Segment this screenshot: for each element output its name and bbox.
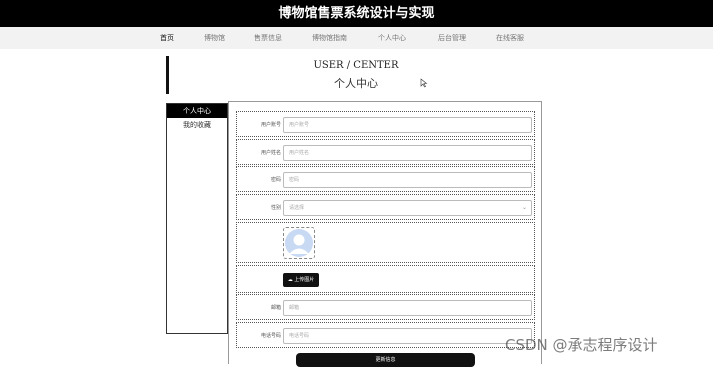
top-nav: 首页 博物馆 售票信息 博物馆指南 个人中心 后台管理 在线客服 xyxy=(0,27,713,49)
sidebar-item-user-center[interactable]: 个人中心 xyxy=(167,104,227,118)
page-title-en: USER / CENTER xyxy=(313,60,399,71)
app-title: 博物馆售票系统设计与实现 xyxy=(0,0,713,27)
email-label: 邮箱 xyxy=(270,304,281,311)
gender-select[interactable]: 请选择 ⌄ xyxy=(283,200,532,216)
password-label: 密码 xyxy=(270,176,281,183)
avatar[interactable] xyxy=(283,227,315,259)
nav-item-online-service[interactable]: 在线客服 xyxy=(496,27,524,49)
upload-icon: ☁ xyxy=(287,277,293,283)
nav-item-user-center[interactable]: 个人中心 xyxy=(378,27,406,49)
email-input[interactable]: 邮箱 xyxy=(283,300,532,316)
form-row-gender: 性别 请选择 ⌄ xyxy=(236,194,535,220)
form-row-phone: 电话号码 电话号码 xyxy=(236,322,535,348)
sidebar: 个人中心 我的收藏 xyxy=(166,103,228,334)
form-row-username: 用户账号 用户账号 xyxy=(236,111,535,137)
form-row-name: 用户姓名 用户姓名 xyxy=(236,139,535,165)
chevron-down-icon: ⌄ xyxy=(521,204,527,211)
form-row-email: 邮箱 邮箱 xyxy=(236,294,535,320)
user-avatar-icon xyxy=(285,229,313,257)
form-row-password: 密码 密码 xyxy=(236,166,535,192)
phone-input[interactable]: 电话号码 xyxy=(283,328,532,344)
name-input[interactable]: 用户姓名 xyxy=(283,145,532,161)
username-label: 用户账号 xyxy=(260,121,281,128)
username-input[interactable]: 用户账号 xyxy=(283,117,532,133)
title-accent-bar xyxy=(166,56,169,94)
upload-image-button[interactable]: ☁ 上传图片 xyxy=(283,273,319,287)
gender-label: 性别 xyxy=(270,204,281,211)
page-title: 个人中心 xyxy=(334,77,378,90)
nav-item-museum[interactable]: 博物馆 xyxy=(204,27,225,49)
form-row-avatar xyxy=(236,222,535,263)
password-input[interactable]: 密码 xyxy=(283,172,532,188)
sidebar-item-favorites[interactable]: 我的收藏 xyxy=(167,118,227,132)
nav-item-ticket-info[interactable]: 售票信息 xyxy=(254,27,282,49)
nav-item-home[interactable]: 首页 xyxy=(160,27,174,49)
name-label: 用户姓名 xyxy=(260,149,281,156)
form-row-upload: ☁ 上传图片 xyxy=(236,265,535,293)
watermark: CSDN @承志程序设计 xyxy=(505,336,658,354)
nav-item-museum-guide[interactable]: 博物馆指南 xyxy=(312,27,347,49)
phone-label: 电话号码 xyxy=(260,332,281,339)
gender-select-value: 请选择 xyxy=(289,205,305,211)
mouse-cursor-icon xyxy=(420,78,428,88)
update-info-button[interactable]: 更新信息 xyxy=(296,353,475,367)
nav-item-admin[interactable]: 后台管理 xyxy=(438,27,466,49)
profile-form: 用户账号 用户账号 用户姓名 用户姓名 密码 密码 性别 请选择 ⌄ ☁ 上传图… xyxy=(228,101,542,367)
